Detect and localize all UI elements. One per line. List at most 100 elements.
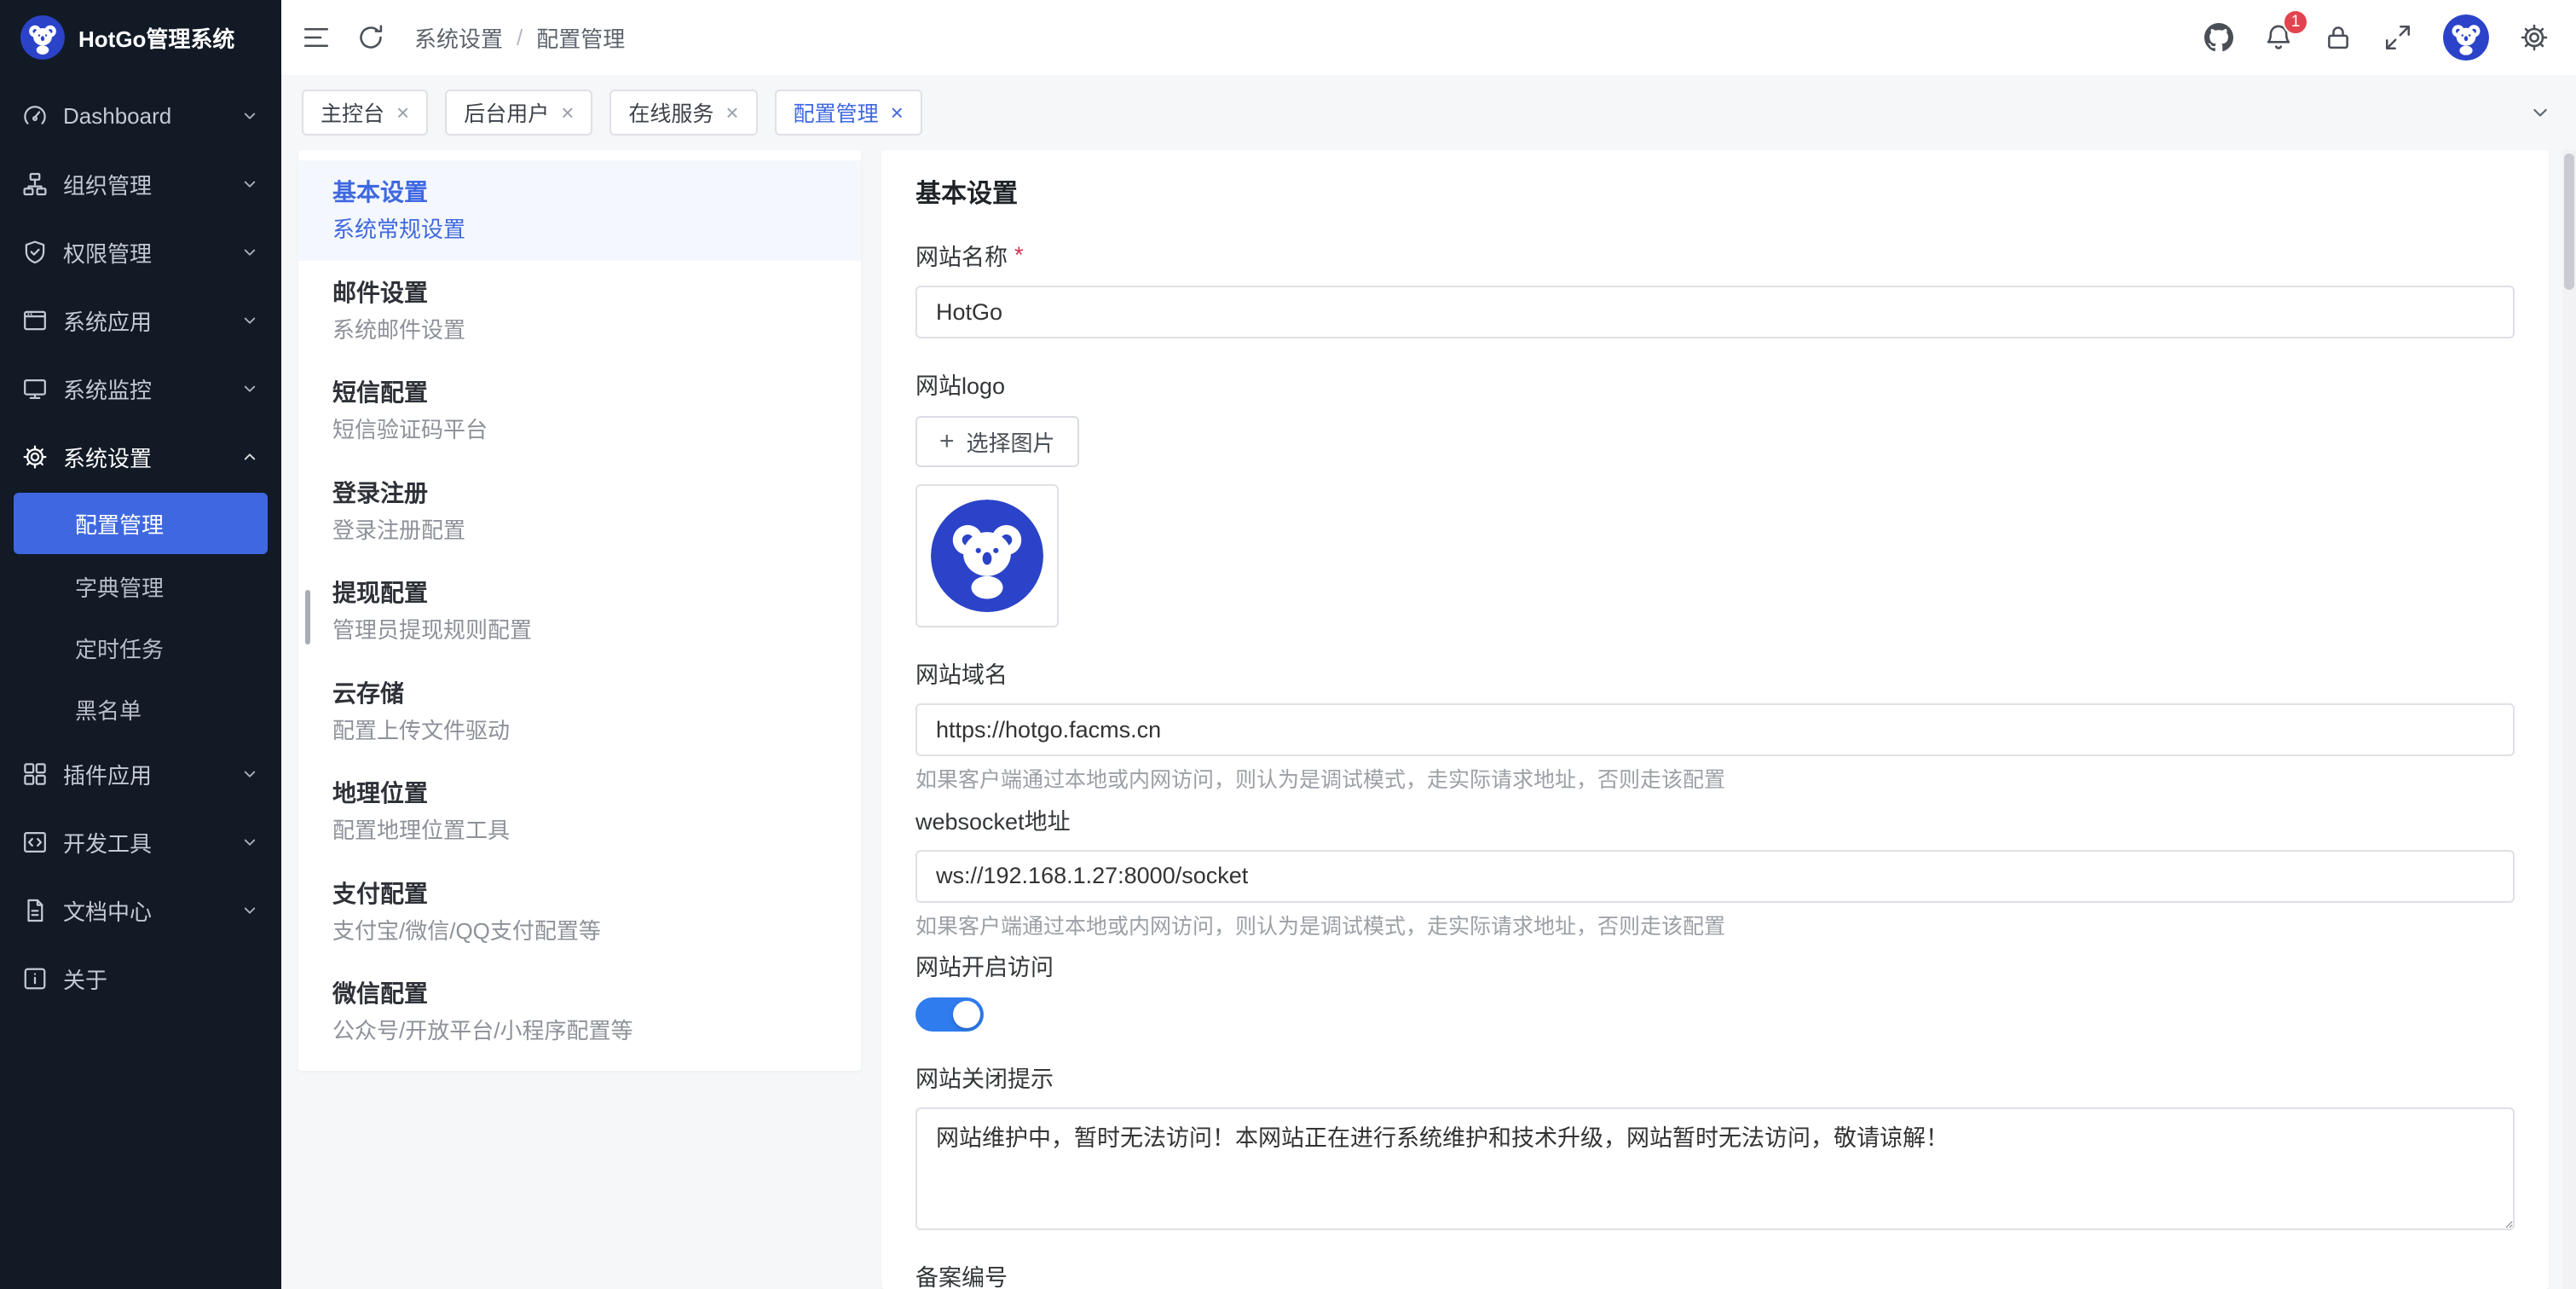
tab-label: 后台用户 [464,97,549,128]
settings-nav-wechat[interactable]: 微信配置 公众号/开放平台/小程序配置等 [298,962,861,1062]
field-label-text: 网站域名 [915,656,1008,690]
field-label-text: 网站名称 [915,239,1008,272]
site-name-input[interactable] [915,286,2515,338]
site-logo-label: 网站logo [915,367,2515,401]
menu-collapse-icon[interactable] [302,23,331,52]
sidebar-item-label: 文档中心 [63,895,225,927]
sidebar-subitem-label: 配置管理 [75,508,164,540]
lock-icon[interactable] [2324,23,2353,52]
chevron-down-icon [240,765,259,783]
site-domain-input[interactable] [915,703,2515,756]
settings-nav-subtitle: 管理员提现规则配置 [332,616,827,644]
scrollbar-thumb[interactable] [305,590,310,644]
document-icon [22,898,48,923]
sidebar-item-about[interactable]: 关于 [0,945,281,1013]
github-icon[interactable] [2204,23,2233,52]
settings-nav-title: 邮件设置 [332,278,827,308]
chevron-up-icon [240,448,259,466]
settings-nav-title: 基本设置 [332,177,827,207]
gear-icon [22,444,48,470]
sidebar-item-plugins[interactable]: 插件应用 [0,740,281,808]
settings-nav-title: 短信配置 [332,378,827,408]
sidebar-subitem-label: 黑名单 [75,694,142,725]
sidebar-subitem-dictionary[interactable]: 字典管理 [0,556,281,617]
settings-nav-title: 登录注册 [332,478,827,508]
settings-nav-subtitle: 短信验证码平台 [332,416,827,444]
settings-nav-basic[interactable]: 基本设置 系统常规设置 [298,160,861,261]
tab-config-management[interactable]: 配置管理 × [775,90,922,136]
sidebar-item-label: Dashboard [63,103,225,130]
close-tip-textarea[interactable]: 网站维护中，暂时无法访问！本网站正在进行系统维护和技术升级，网站暂时无法访问，敬… [915,1107,2515,1230]
sidebar-item-dashboard[interactable]: Dashboard [0,82,281,150]
settings-nav-cloud-storage[interactable]: 云存储 配置上传文件驱动 [298,662,861,762]
settings-nav-email[interactable]: 邮件设置 系统邮件设置 [298,261,861,361]
chevron-down-icon [240,901,259,920]
sidebar-item-system-apps[interactable]: 系统应用 [0,286,281,355]
settings-nav-withdraw[interactable]: 提现配置 管理员提现规则配置 [298,561,861,662]
settings-nav-subtitle: 系统邮件设置 [332,316,827,344]
site-logo-image [931,500,1043,612]
breadcrumb-item[interactable]: 配置管理 [536,22,625,54]
settings-gear-icon[interactable] [2520,23,2549,52]
chevron-down-icon [240,311,259,330]
sidebar-item-docs[interactable]: 文档中心 [0,876,281,945]
settings-nav-login[interactable]: 登录注册 登录注册配置 [298,461,861,562]
user-avatar[interactable] [2443,14,2489,61]
settings-nav-geo[interactable]: 地理位置 配置地理位置工具 [298,761,861,862]
tab-close-icon[interactable]: × [891,101,904,124]
multi-tab-bar: 主控台 × 后台用户 × 在线服务 × 配置管理 × [281,75,2576,150]
sidebar-item-permissions[interactable]: 权限管理 [0,218,281,286]
refresh-icon[interactable] [356,23,385,52]
tab-admin-users[interactable]: 后台用户 × [445,90,592,136]
settings-nav-sms[interactable]: 短信配置 短信验证码平台 [298,361,861,461]
tab-close-icon[interactable]: × [396,101,409,124]
sidebar-item-system-settings[interactable]: 系统设置 [0,423,281,491]
sidebar-item-monitoring[interactable]: 系统监控 [0,355,281,423]
tab-label: 配置管理 [794,97,879,128]
tab-label: 主控台 [321,97,384,128]
main-area: 系统设置 / 配置管理 1 主控台 × [281,0,2576,1289]
plus-icon: + [939,429,955,454]
sidebar-item-organization[interactable]: 组织管理 [0,150,281,218]
tab-close-icon[interactable]: × [561,101,574,124]
info-icon [22,966,48,991]
scrollbar-thumb[interactable] [2564,153,2574,290]
tab-online-service[interactable]: 在线服务 × [609,90,757,136]
sidebar-item-label: 组织管理 [63,169,225,200]
tab-close-icon[interactable]: × [725,101,738,124]
choose-image-button[interactable]: + 选择图片 [915,416,1079,467]
websocket-help: 如果客户端通过本地或内网访问，则认为是调试模式，走实际请求地址，否则走该配置 [915,913,2515,941]
sidebar-subitem-blacklist[interactable]: 黑名单 [0,679,281,740]
sidebar-item-label: 系统设置 [63,442,225,473]
settings-nav-subtitle: 登录注册配置 [332,517,827,545]
settings-category-card: 基本设置 系统常规设置 邮件设置 系统邮件设置 短信配置 短信验证码平台 登录注… [298,150,861,1071]
settings-nav-title: 地理位置 [332,778,827,808]
settings-nav-title: 提现配置 [332,578,827,608]
sidebar-subitem-config-management[interactable]: 配置管理 [14,493,268,554]
notifications-button[interactable]: 1 [2264,23,2293,52]
tab-console[interactable]: 主控台 × [302,90,428,136]
site-logo-preview[interactable] [915,484,1059,627]
choose-image-label: 选择图片 [967,426,1055,458]
app-logo[interactable]: HotGo管理系统 [0,0,281,75]
field-label-text: 网站开启访问 [915,949,1054,982]
tab-actions-dropdown[interactable] [2528,101,2552,124]
org-chart-icon [22,171,48,197]
site-access-toggle[interactable] [915,997,984,1032]
field-label-text: 网站关闭提示 [915,1061,1054,1094]
app-title: HotGo管理系统 [78,22,234,54]
sidebar-subitem-cron-tasks[interactable]: 定时任务 [0,617,281,679]
sidebar: HotGo管理系统 Dashboard 组织管理 权限管理 系统应用 [0,0,281,1289]
chevron-down-icon [240,107,259,125]
chevron-down-icon [240,243,259,262]
sidebar-item-label: 权限管理 [63,237,225,269]
settings-nav-payment[interactable]: 支付配置 支付宝/微信/QQ支付配置等 [298,862,861,962]
websocket-input[interactable] [915,850,2515,903]
top-header: 系统设置 / 配置管理 1 [281,0,2576,75]
sidebar-item-label: 关于 [63,963,259,995]
sidebar-item-dev-tools[interactable]: 开发工具 [0,808,281,876]
page-scrollbar[interactable] [2562,150,2576,1289]
fullscreen-icon[interactable] [2383,23,2412,52]
settings-nav-subtitle: 支付宝/微信/QQ支付配置等 [332,917,827,945]
breadcrumb-item[interactable]: 系统设置 [414,22,503,54]
